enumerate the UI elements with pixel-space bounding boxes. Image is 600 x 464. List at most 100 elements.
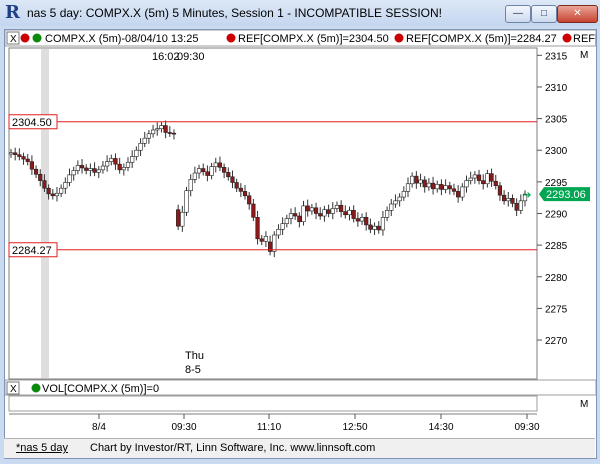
- title-bar[interactable]: R nas 5 day: COMPX.X (5m) 5 Minutes, Ses…: [0, 0, 600, 26]
- candle-body: [326, 209, 331, 214]
- candle-body: [251, 203, 256, 218]
- candle-body: [389, 203, 394, 211]
- candle-body: [201, 168, 206, 173]
- candle-body: [422, 179, 427, 188]
- candle-body: [481, 180, 486, 185]
- app-window: R nas 5 day: COMPX.X (5m) 5 Minutes, Ses…: [0, 0, 600, 464]
- candle-body: [100, 165, 106, 171]
- candle-body: [364, 216, 369, 226]
- candle-body: [176, 209, 181, 227]
- candle-body: [347, 210, 352, 216]
- price-tick-label: 2275: [545, 304, 568, 315]
- candle-body: [38, 173, 43, 181]
- candle-body: [234, 182, 239, 189]
- candle-body: [435, 184, 440, 190]
- price-pane-tag[interactable]: M: [580, 50, 588, 61]
- candle-body: [272, 234, 277, 252]
- time-tick-label: 09:30: [514, 422, 539, 433]
- vol-pane-tag[interactable]: M: [580, 399, 588, 410]
- legend-ref1[interactable]: REF[COMPX.X (5m)]=2304.50: [238, 33, 389, 45]
- candle-body: [456, 191, 461, 198]
- green-dot-icon[interactable]: [32, 33, 42, 43]
- candle-body: [263, 235, 269, 242]
- candle-body: [125, 161, 131, 168]
- legend-main-symbol[interactable]: COMPX.X (5m)-08/04/10 13:25: [45, 33, 198, 45]
- candle-body: [109, 158, 114, 162]
- candle-body: [418, 179, 423, 184]
- candle-body: [397, 196, 402, 202]
- chart-page-tab[interactable]: *nas 5 day: [16, 442, 68, 454]
- close-button[interactable]: ✕: [557, 5, 598, 23]
- candle-body: [426, 182, 431, 188]
- candle-body: [489, 173, 494, 182]
- candle-body: [259, 238, 264, 242]
- candle-body: [222, 167, 227, 173]
- candle-body: [142, 137, 147, 144]
- legend-ref2[interactable]: REF[COMPX.X (5m)]=2284.27: [406, 33, 557, 45]
- candle-body: [130, 156, 135, 163]
- candle-body: [502, 194, 507, 202]
- last-price-arrow-icon: ➔: [523, 190, 531, 201]
- price-pane[interactable]: [8, 47, 538, 380]
- candle-body: [205, 171, 210, 176]
- candle-body: [414, 175, 419, 184]
- legend-ref3[interactable]: REF[: [573, 33, 596, 45]
- ref2-dot-icon[interactable]: [394, 33, 404, 43]
- candle-body: [355, 218, 360, 222]
- price-tick-label: 2305: [545, 115, 568, 126]
- price-tick-label: 2290: [545, 210, 568, 221]
- candle-body: [21, 156, 26, 160]
- candle-body: [134, 149, 139, 157]
- candle-body: [468, 177, 473, 181]
- price-tick-label: 2280: [545, 273, 568, 284]
- candle-body: [497, 185, 503, 196]
- ref1-dot-icon[interactable]: [226, 33, 236, 43]
- candle-body: [209, 166, 214, 176]
- cursor-bar-time: 09:30: [177, 51, 205, 63]
- candle-body: [247, 195, 252, 205]
- candle-body: [113, 158, 118, 165]
- candle-body: [242, 191, 248, 197]
- candle-body: [359, 216, 365, 222]
- candle-body: [343, 211, 348, 216]
- candle-body: [405, 183, 411, 192]
- candle-body: [59, 187, 64, 194]
- candle-body: [163, 125, 168, 133]
- candle-body: [293, 213, 298, 217]
- candle-body: [75, 165, 80, 171]
- candle-body: [309, 207, 314, 212]
- ref3-dot-icon[interactable]: [562, 33, 572, 43]
- candle-body: [121, 167, 126, 171]
- candle-body: [460, 186, 465, 198]
- candle-body: [238, 187, 243, 192]
- time-axis[interactable]: 8/4 09:30 11:10 12:50 14:30 09:30: [92, 414, 540, 433]
- candle-body: [167, 132, 172, 134]
- red-dot-icon[interactable]: [20, 33, 30, 43]
- chart-canvas[interactable]: 2270227522802285229022952300230523102315…: [5, 30, 596, 439]
- volume-pane[interactable]: [8, 395, 538, 412]
- candle-body: [150, 129, 156, 135]
- candle-body: [79, 165, 85, 169]
- status-credit-text: Chart by Investor/RT, Linn Software, Inc…: [90, 442, 376, 454]
- price-tick-label: 2315: [545, 51, 568, 62]
- candle-body: [493, 180, 498, 186]
- volume-legend-text[interactable]: VOL[COMPX.X (5m)]=0: [42, 383, 159, 395]
- candle-body: [138, 142, 143, 151]
- price-tick-label: 2270: [545, 336, 568, 347]
- candle-body: [96, 169, 101, 173]
- candle-body: [443, 185, 448, 190]
- candle-body: [301, 205, 306, 223]
- candle-body: [393, 200, 398, 205]
- candle-body: [17, 154, 22, 157]
- time-tick-label: 14:30: [428, 422, 453, 433]
- vol-green-dot-icon[interactable]: [31, 383, 41, 393]
- minimize-button[interactable]: —: [505, 5, 531, 23]
- candle-body: [380, 216, 386, 231]
- window-title: nas 5 day: COMPX.X (5m) 5 Minutes, Sessi…: [27, 6, 443, 20]
- candle-body: [439, 184, 444, 190]
- candle-body: [217, 162, 223, 168]
- candle-body: [451, 188, 457, 192]
- maximize-button[interactable]: □: [531, 5, 557, 23]
- candle-body: [155, 128, 160, 131]
- candle-body: [464, 180, 469, 188]
